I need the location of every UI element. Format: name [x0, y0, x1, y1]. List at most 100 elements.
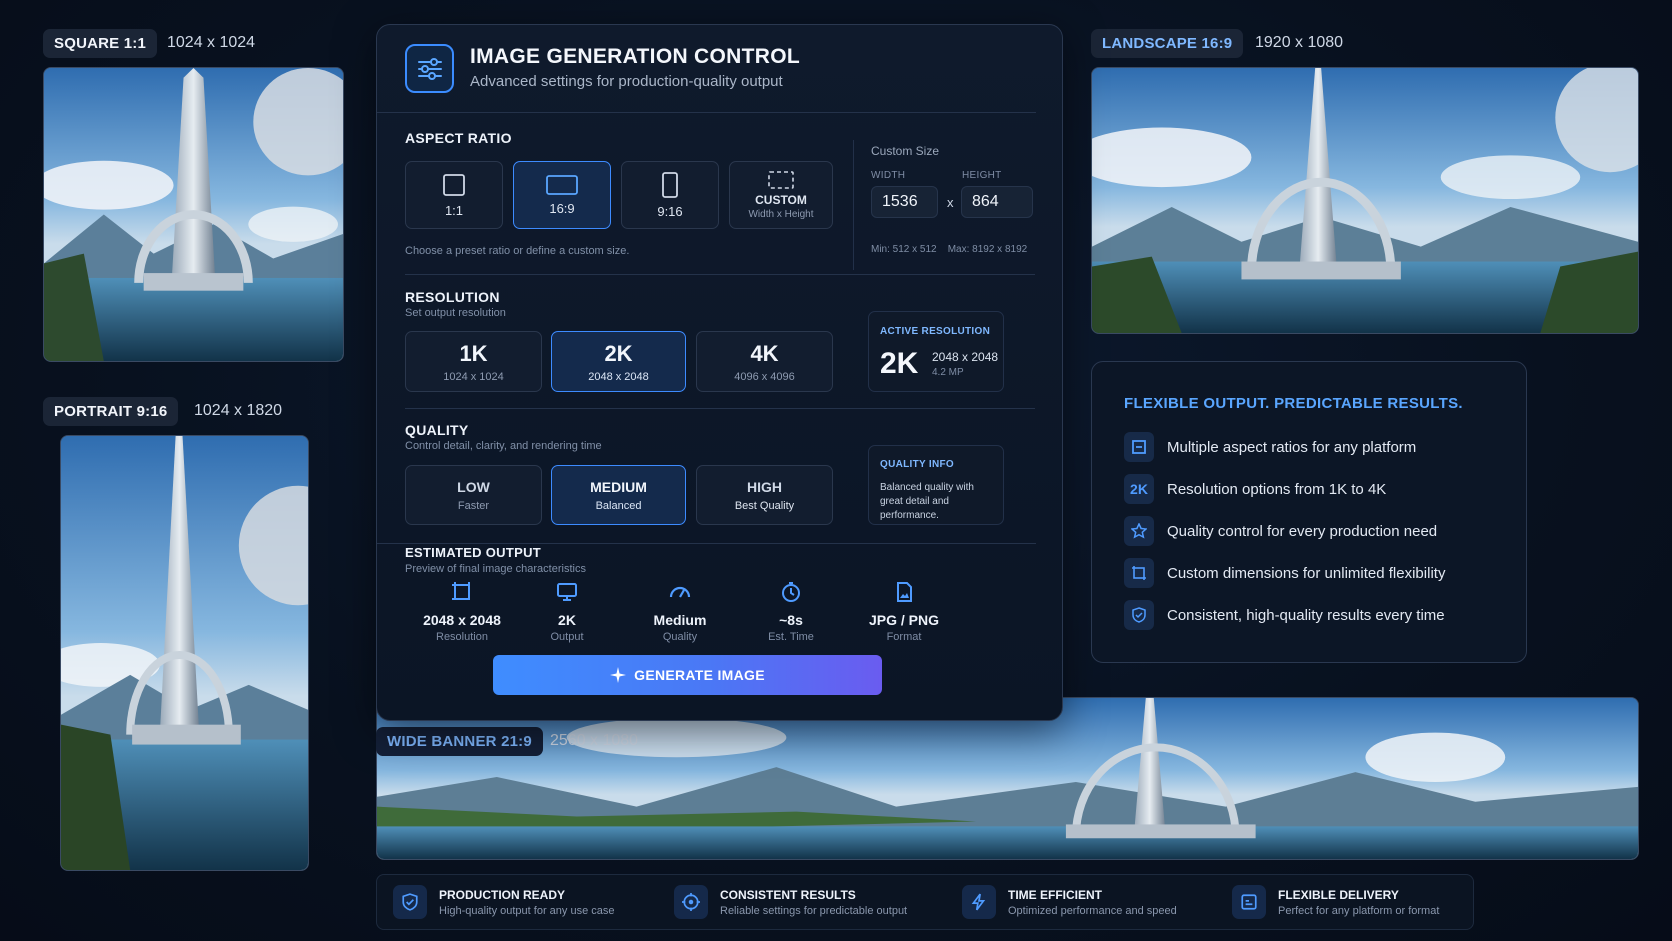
aspect-option-16-9[interactable]: 16:9 [513, 161, 611, 229]
divider [853, 140, 854, 270]
landscape-dims: 1920 x 1080 [1255, 34, 1344, 51]
quality-subtitle: Control detail, clarity, and rendering t… [405, 440, 602, 452]
height-label: HEIGHT [962, 170, 1002, 181]
resolution-option-2k[interactable]: 2K 2048 x 2048 [551, 331, 686, 392]
benefit-desc: Optimized performance and speed [1008, 904, 1177, 917]
feature-text: Quality control for every production nee… [1167, 522, 1438, 540]
aspect-option-sublabel: Width x Height [748, 208, 814, 220]
estimate-output: 2K Output [512, 581, 622, 643]
benefit-desc: High-quality output for any use case [439, 904, 615, 917]
resize-icon [452, 582, 470, 600]
feature-item: Consistent, high-quality results every t… [1124, 600, 1445, 630]
clock-icon [782, 582, 800, 602]
estimate-value: 2048 x 2048 [423, 612, 501, 628]
portrait-dims: 1024 x 1820 [194, 402, 283, 419]
resolution-option-1k[interactable]: 1K 1024 x 1024 [405, 331, 542, 392]
2k-icon: 2K [1124, 474, 1154, 504]
quality-label: MEDIUM [590, 478, 647, 495]
resolution-title: RESOLUTION [405, 289, 500, 305]
active-resolution-box: ACTIVE RESOLUTION 2K 2048 x 2048 4.2 MP [868, 311, 1004, 392]
landscape-preview-image [1091, 67, 1639, 334]
divider [405, 274, 1035, 275]
estimate-value: Medium [653, 612, 707, 628]
benefit-title: FLEXIBLE DELIVERY [1278, 887, 1399, 902]
shield-check-icon [1124, 600, 1154, 630]
crop-icon [1124, 558, 1154, 588]
quality-option-low[interactable]: LOW Faster [405, 465, 542, 525]
estimate-quality: Medium Quality [625, 581, 735, 643]
generate-image-button[interactable]: GENERATE IMAGE [493, 655, 882, 695]
aspect-option-label: CUSTOM [755, 192, 807, 207]
custom-ratio-icon [768, 170, 794, 189]
quality-label: HIGH [747, 478, 782, 495]
estimate-label: Output [550, 631, 584, 643]
benefit-title: PRODUCTION READY [439, 887, 566, 902]
aspect-option-label: 1:1 [444, 202, 464, 218]
estimated-output-title: ESTIMATED OUTPUT [405, 545, 541, 560]
quality-info-title: QUALITY INFO [880, 459, 954, 470]
estimate-label: Quality [662, 631, 698, 643]
target-icon [674, 885, 708, 919]
quality-sublabel: Balanced [595, 499, 642, 512]
portrait-ratio-icon [662, 171, 678, 198]
quality-option-medium[interactable]: MEDIUM Balanced [551, 465, 686, 525]
aspect-option-custom[interactable]: CUSTOM Width x Height [729, 161, 833, 229]
sparkle-icon [610, 667, 627, 683]
square-tag: SQUARE 1:1 [43, 29, 158, 58]
panel-title: IMAGE GENERATION CONTROL [470, 45, 800, 68]
aspect-icon [1124, 432, 1154, 462]
aspect-ratio-title: ASPECT RATIO [405, 130, 512, 146]
landscape-tag: LANDSCAPE 16:9 [1091, 29, 1244, 58]
benefit-desc: Reliable settings for predictable output [720, 904, 908, 917]
square-ratio-icon [443, 173, 465, 196]
aspect-option-label: 16:9 [549, 200, 575, 216]
width-label: WIDTH [871, 170, 906, 181]
sliders-icon [405, 44, 454, 93]
divider [377, 543, 1036, 544]
shield-icon [393, 885, 427, 919]
quality-option-high[interactable]: HIGH Best Quality [696, 465, 833, 525]
divider [405, 408, 1035, 409]
panel-subtitle: Advanced settings for production-quality… [470, 73, 783, 90]
generate-image-label: GENERATE IMAGE [634, 667, 765, 683]
benefit-item: FLEXIBLE DELIVERY Perfect for any platfor… [1232, 885, 1439, 919]
resolution-label: 1K [459, 340, 488, 366]
resolution-dims: 1024 x 1024 [443, 370, 504, 383]
feature-item: Quality control for every production nee… [1124, 516, 1437, 546]
custom-size-title: Custom Size [871, 144, 940, 158]
resolution-label: 2K [604, 340, 633, 366]
size-limits: Min: 512 x 512 Max: 8192 x 8192 [871, 244, 1028, 255]
benefit-title: CONSISTENT RESULTS [720, 887, 856, 902]
quality-sublabel: Best Quality [734, 499, 795, 512]
aspect-option-9-16[interactable]: 9:16 [621, 161, 719, 229]
divider [377, 112, 1036, 113]
feature-item: Multiple aspect ratios for any platform [1124, 432, 1416, 462]
active-resolution-megapixels: 4.2 MP [932, 367, 964, 378]
feature-text: Consistent, high-quality results every t… [1167, 606, 1445, 624]
feature-text: Resolution options from 1K to 4K [1167, 480, 1387, 498]
banner-tag: WIDE BANNER 21:9 [376, 727, 543, 756]
quality-label: LOW [457, 478, 490, 495]
landscape-ratio-icon [546, 174, 578, 195]
resolution-subtitle: Set output resolution [405, 307, 506, 319]
aspect-hint: Choose a preset ratio or define a custom… [405, 245, 630, 257]
estimate-format: JPG / PNG Format [849, 581, 959, 643]
estimate-resolution: 2048 x 2048 Resolution [407, 581, 517, 643]
delivery-icon [1232, 885, 1266, 919]
width-input[interactable]: 1536 [871, 186, 938, 218]
resolution-option-4k[interactable]: 4K 4096 x 4096 [696, 331, 833, 392]
monitor-icon [557, 583, 577, 601]
quality-info-text: Balanced quality with great detail and p… [880, 482, 974, 521]
estimated-output-subtitle: Preview of final image characteristics [405, 563, 586, 575]
estimate-label: Resolution [436, 631, 488, 643]
estimate-value: ~8s [779, 612, 803, 628]
active-resolution-value: 2K [880, 347, 919, 380]
benefit-item: CONSISTENT RESULTS Reliable settings for … [674, 885, 907, 919]
portrait-tag: PORTRAIT 9:16 [43, 397, 179, 426]
quality-title: QUALITY [405, 422, 469, 438]
estimate-label: Est. Time [768, 631, 814, 643]
quality-info-box: QUALITY INFO Balanced quality with great… [868, 445, 1004, 525]
aspect-option-1-1[interactable]: 1:1 [405, 161, 503, 229]
feature-item: Custom dimensions for unlimited flexibil… [1124, 558, 1445, 588]
height-input[interactable]: 864 [961, 186, 1033, 218]
